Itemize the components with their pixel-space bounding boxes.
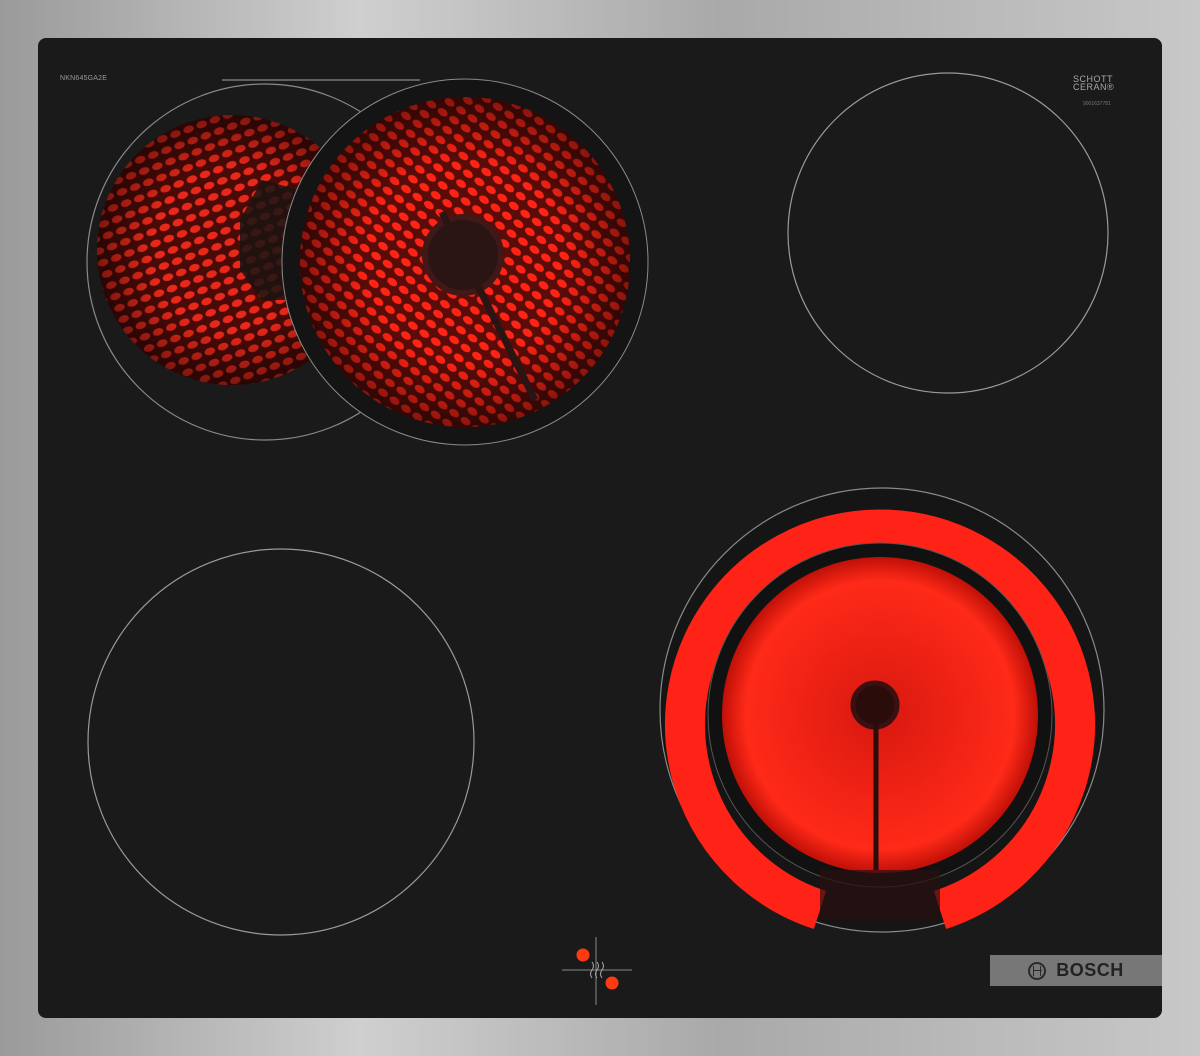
cooktop <box>0 0 1200 1056</box>
schott-ceran-logo: SCHOTT CERAN® <box>1073 75 1115 92</box>
bosch-logo-icon <box>1028 961 1047 980</box>
zone-front-right[interactable] <box>659 487 1105 933</box>
brand-name: BOSCH <box>1056 960 1124 980</box>
serial-label: 9001637781 <box>1083 101 1111 107</box>
indicator-light <box>605 976 619 990</box>
model-label: NKN645GA2E <box>60 75 108 82</box>
indicator-light <box>576 948 590 962</box>
brand-badge: BOSCH <box>990 955 1162 986</box>
logo-line: CERAN® <box>1073 82 1115 92</box>
